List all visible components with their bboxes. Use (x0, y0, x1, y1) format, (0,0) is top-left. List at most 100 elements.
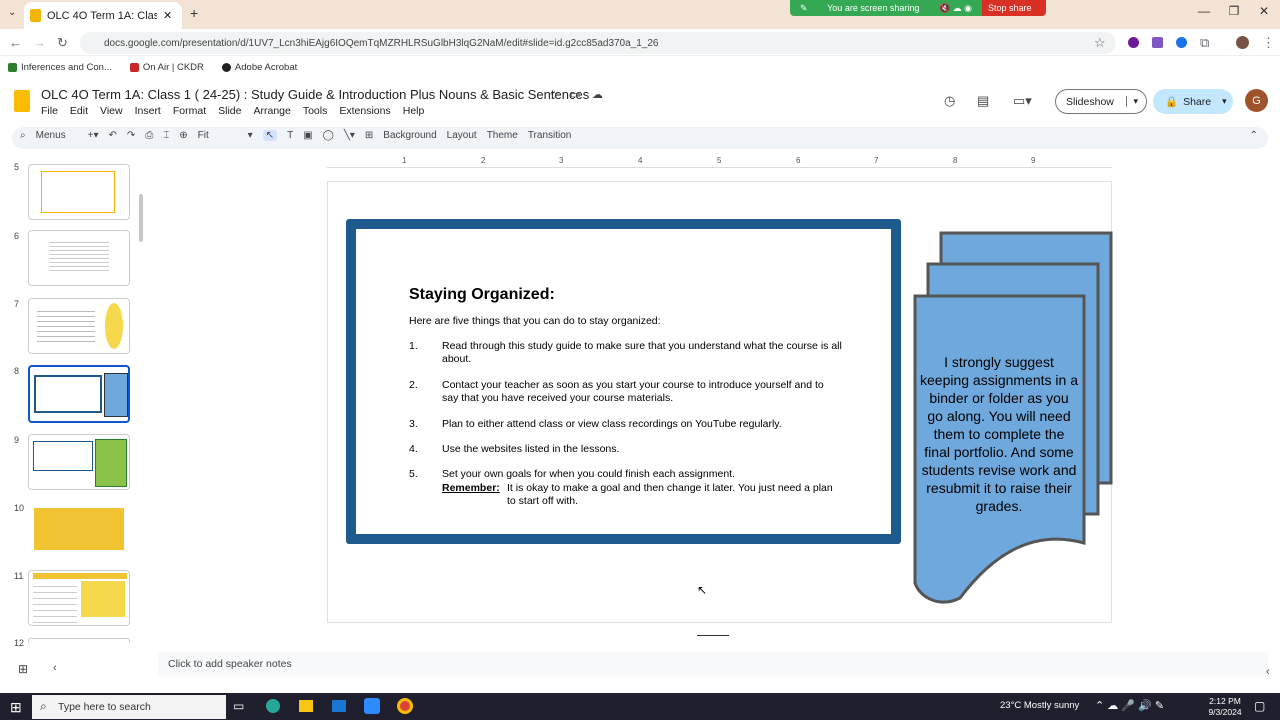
pin-icon[interactable]: ✎ (800, 3, 808, 14)
slide-thumbnail-active[interactable] (28, 365, 130, 423)
collapse-filmstrip-icon[interactable]: ‹ (53, 662, 57, 674)
more-menu-icon[interactable]: ⋮ (1262, 35, 1275, 51)
menu-help[interactable]: Help (403, 105, 425, 117)
menu-view[interactable]: View (100, 105, 123, 117)
tray-icons[interactable]: ⌃ ☁ 🎤 🔊 ✎ (1095, 699, 1164, 712)
menu-tools[interactable]: Tools (303, 105, 328, 117)
shape-icon[interactable]: ◯ (323, 130, 334, 141)
theme-button[interactable]: Theme (487, 130, 518, 141)
bookmark-item[interactable]: Adobe Acrobat (221, 61, 298, 73)
slide-thumbnail[interactable] (28, 638, 130, 644)
edge-icon[interactable] (266, 699, 280, 713)
zoom-icon[interactable]: ⊕ (179, 130, 187, 141)
collapse-toolbar-icon[interactable]: ⌃ (1250, 130, 1258, 141)
zoom-dropdown-icon[interactable]: ▾ (248, 130, 253, 141)
extensions-puzzle-icon[interactable]: ⧉ (1200, 35, 1209, 51)
slide-intro[interactable]: Here are five things that you can do to … (409, 315, 661, 327)
bookmark-star-icon[interactable]: ☆ (1094, 35, 1106, 51)
taskbar-search[interactable]: ⌕ Type here to search (32, 695, 226, 719)
move-folder-icon[interactable]: ▭ (570, 88, 580, 101)
slide-thumbnail[interactable] (28, 298, 130, 354)
slideshow-button[interactable]: Slideshow ▾ (1055, 89, 1147, 114)
slides-logo-icon[interactable] (14, 90, 30, 112)
comments-icon[interactable]: ▤ (977, 93, 989, 109)
zoom-select[interactable]: Fit (198, 130, 238, 141)
profile-icon[interactable] (1236, 36, 1249, 49)
extension-icon[interactable] (1128, 37, 1139, 48)
restore-window-icon[interactable]: ❐ (1222, 4, 1246, 24)
menu-arrange[interactable]: Arrange (253, 105, 290, 117)
comment-add-icon[interactable]: ⊞ (365, 130, 373, 141)
list-number: 5. (409, 468, 418, 480)
new-tab-icon[interactable]: + (190, 5, 198, 21)
slide-title[interactable]: Staying Organized: (409, 286, 555, 304)
history-icon[interactable]: ◷ (944, 93, 955, 109)
menu-format[interactable]: Format (173, 105, 206, 117)
callout-text[interactable]: I strongly suggest keeping assignments i… (920, 353, 1078, 515)
slide-thumbnail[interactable] (28, 570, 130, 626)
share-dropdown-icon[interactable]: ▾ (1222, 96, 1227, 107)
back-icon[interactable]: ← (9, 35, 22, 50)
mail-icon[interactable] (332, 700, 346, 712)
browser-tab[interactable]: OLC 4O Term 1A: Class 1 (24-2... ✕ (24, 2, 182, 29)
stop-share-button[interactable]: Stop share (982, 0, 1046, 16)
windows-start-icon[interactable]: ⊞ (10, 699, 22, 716)
forward-icon[interactable]: → (33, 35, 46, 50)
document-title[interactable]: OLC 4O Term 1A: Class 1 ( 24-25) : Study… (41, 87, 589, 102)
minimize-window-icon[interactable]: — (1192, 4, 1216, 24)
menu-slide[interactable]: Slide (218, 105, 241, 117)
slideshow-dropdown-icon[interactable]: ▾ (1126, 96, 1138, 107)
slide-thumbnail[interactable] (28, 164, 130, 220)
meet-icon[interactable]: ▭▾ (1013, 93, 1032, 109)
bookmark-label: Adobe Acrobat (234, 61, 298, 73)
image-icon[interactable]: ▣ (303, 130, 312, 141)
notification-icon[interactable]: ▢ (1254, 699, 1265, 713)
paint-format-icon[interactable]: ⌶ (163, 130, 169, 141)
extension-icon[interactable] (1152, 37, 1163, 48)
side-panel-toggle-icon[interactable]: ‹ (1266, 666, 1270, 678)
bookmark-item[interactable]: Inferences and Con... (8, 62, 112, 73)
taskbar-clock[interactable]: 2:12 PM 9/3/2024 (1200, 696, 1250, 718)
chrome-icon[interactable] (397, 698, 413, 714)
menus-search[interactable]: Menus (36, 130, 66, 141)
print-icon[interactable]: ⎙ (145, 130, 153, 141)
zoom-app-icon[interactable] (364, 698, 380, 714)
task-view-icon[interactable]: ▭ (233, 699, 244, 713)
menu-extensions[interactable]: Extensions (339, 105, 390, 117)
text-box-icon[interactable]: T (287, 130, 293, 141)
search-menus-icon[interactable]: ⌕ (20, 130, 26, 141)
file-explorer-icon[interactable] (299, 700, 313, 712)
share-button[interactable]: 🔒 Share ▾ (1153, 89, 1233, 114)
new-slide-icon[interactable]: +▾ (88, 130, 99, 141)
tab-search-icon[interactable]: ⌄ (8, 7, 16, 18)
redo-icon[interactable]: ↷ (127, 130, 135, 141)
slide-thumbnail[interactable] (28, 230, 130, 286)
select-tool-icon[interactable]: ↖ (262, 130, 278, 141)
url-text: docs.google.com/presentation/d/1UV7_Lcn3… (104, 37, 659, 49)
layout-button[interactable]: Layout (447, 130, 477, 141)
share-controls-icon[interactable]: 🔇 ☁ ◉ (939, 3, 972, 14)
address-bar[interactable]: docs.google.com/presentation/d/1UV7_Lcn3… (80, 32, 1116, 54)
slide-thumbnail[interactable] (28, 502, 130, 558)
extension-icon[interactable] (1176, 37, 1187, 48)
grid-view-icon[interactable]: ⊞ (18, 662, 28, 676)
menu-insert[interactable]: Insert (135, 105, 161, 117)
line-icon[interactable]: ╲▾ (344, 130, 355, 141)
menu-edit[interactable]: Edit (70, 105, 88, 117)
slide-thumbnail[interactable] (28, 434, 130, 490)
close-window-icon[interactable]: ✕ (1252, 4, 1276, 24)
reload-icon[interactable]: ↻ (57, 35, 68, 51)
background-button[interactable]: Background (383, 130, 436, 141)
cloud-status-icon[interactable]: ☁ (592, 88, 603, 101)
filmstrip-scrollbar[interactable] (139, 194, 143, 242)
bookmark-item[interactable]: On Air | CKDR (129, 62, 204, 73)
avatar[interactable]: G (1245, 89, 1268, 112)
speaker-notes[interactable]: Click to add speaker notes (158, 652, 1268, 677)
clock-time: 2:12 PM (1209, 696, 1241, 706)
undo-icon[interactable]: ↶ (108, 130, 116, 141)
transition-button[interactable]: Transition (528, 130, 572, 141)
close-tab-icon[interactable]: ✕ (163, 9, 172, 22)
star-icon[interactable]: ☆ (549, 88, 560, 102)
menu-file[interactable]: File (41, 105, 58, 117)
weather-widget[interactable]: 23°C Mostly sunny (1000, 700, 1079, 711)
